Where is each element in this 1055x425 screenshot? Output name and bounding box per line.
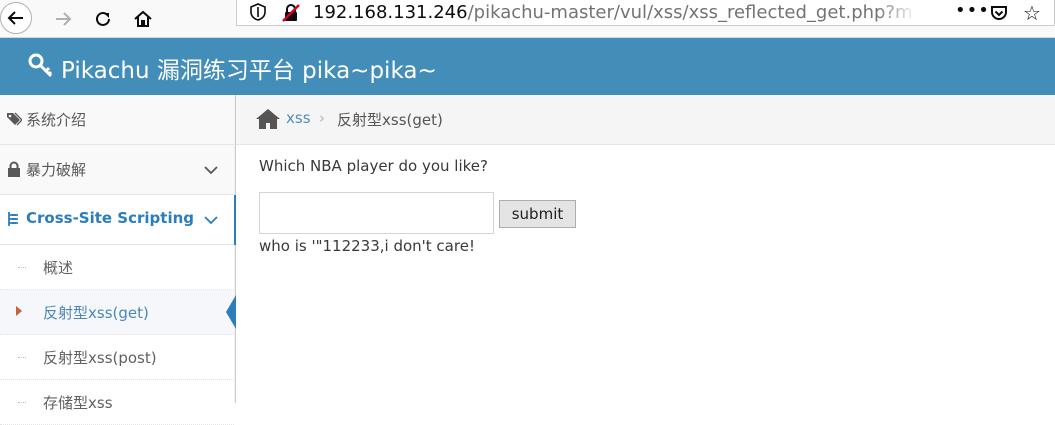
insecure-lock-icon[interactable] (281, 3, 301, 23)
submenu-item-overview[interactable]: 概述 (0, 245, 234, 290)
xss-submenu: 概述 反射型xss(get) 反射型xss(post) 存储型xss (0, 245, 236, 425)
submenu-item-label: 反射型xss(get) (43, 304, 149, 322)
chevron-down-icon (204, 216, 218, 225)
home-icon[interactable] (256, 108, 280, 130)
sidebar-item-label: Cross-Site Scripting (26, 209, 195, 227)
tags-icon (7, 112, 22, 126)
breadcrumb-link-xss[interactable]: xss (286, 109, 311, 127)
back-button[interactable] (0, 2, 32, 34)
pocket-icon[interactable] (989, 3, 1009, 23)
lock-icon (8, 161, 20, 177)
submenu-dash (18, 267, 26, 268)
question-label: Which NBA player do you like? (259, 157, 488, 175)
submenu-item-reflected-get[interactable]: 反射型xss(get) (0, 290, 236, 335)
home-icon (134, 10, 152, 27)
reload-icon (96, 11, 110, 26)
sidebar-item-xss[interactable]: Cross-Site Scripting (0, 195, 236, 245)
arrow-left-icon (7, 11, 23, 25)
sidebar-item-label: 暴力破解 (26, 161, 87, 179)
app-header: Pikachu 漏洞练习平台 pika~pika~ (0, 38, 1055, 95)
url-fade (877, 0, 917, 25)
key-icon (28, 53, 53, 78)
shield-icon[interactable] (249, 3, 267, 21)
submenu-item-label: 反射型xss(post) (43, 349, 157, 367)
submenu-item-label: 概述 (43, 259, 74, 277)
submenu-item-reflected-post[interactable]: 反射型xss(post) (0, 335, 234, 380)
url-host: 192.168.131.246 (313, 2, 468, 23)
bookmark-star-icon[interactable]: ☆ (1023, 1, 1041, 25)
url-text[interactable]: 192.168.131.246/pikachu-master/vul/xss/x… (313, 2, 913, 23)
caret-right-icon (16, 306, 22, 316)
forward-button[interactable] (48, 4, 78, 34)
home-button[interactable] (128, 4, 158, 34)
app-title[interactable]: Pikachu 漏洞练习平台 pika~pika~ (61, 51, 437, 85)
chevron-down-icon (204, 166, 218, 175)
sidebar-item-brute-force[interactable]: 暴力破解 (0, 145, 234, 195)
page-actions-icon[interactable]: ••• (955, 0, 990, 21)
sidebar-item-intro[interactable]: 系统介绍 (0, 95, 234, 145)
submenu-dash (18, 357, 26, 358)
sitemap-icon (8, 212, 18, 226)
url-path: /pikachu-master/vul/xss/xss_reflected_ge… (467, 2, 913, 23)
breadcrumb-current: 反射型xss(get) (337, 111, 443, 129)
browser-toolbar: 192.168.131.246/pikachu-master/vul/xss/x… (0, 0, 1055, 38)
active-pointer-icon (226, 295, 236, 329)
breadcrumb-separator: › (319, 109, 325, 127)
breadcrumb: xss › 反射型xss(get) (236, 95, 1055, 145)
url-bar[interactable]: 192.168.131.246/pikachu-master/vul/xss/x… (236, 0, 1055, 26)
sidebar-item-label: 系统介绍 (26, 111, 87, 129)
result-text: who is '"112233,i don't care! (259, 237, 475, 255)
submit-button[interactable]: submit (499, 200, 576, 228)
message-input[interactable] (259, 192, 494, 234)
arrow-right-icon (56, 12, 72, 26)
sidebar: 系统介绍 暴力破解 Cross-Site Scripting 概述 反射型xss… (0, 95, 236, 425)
reload-button[interactable] (88, 4, 118, 34)
